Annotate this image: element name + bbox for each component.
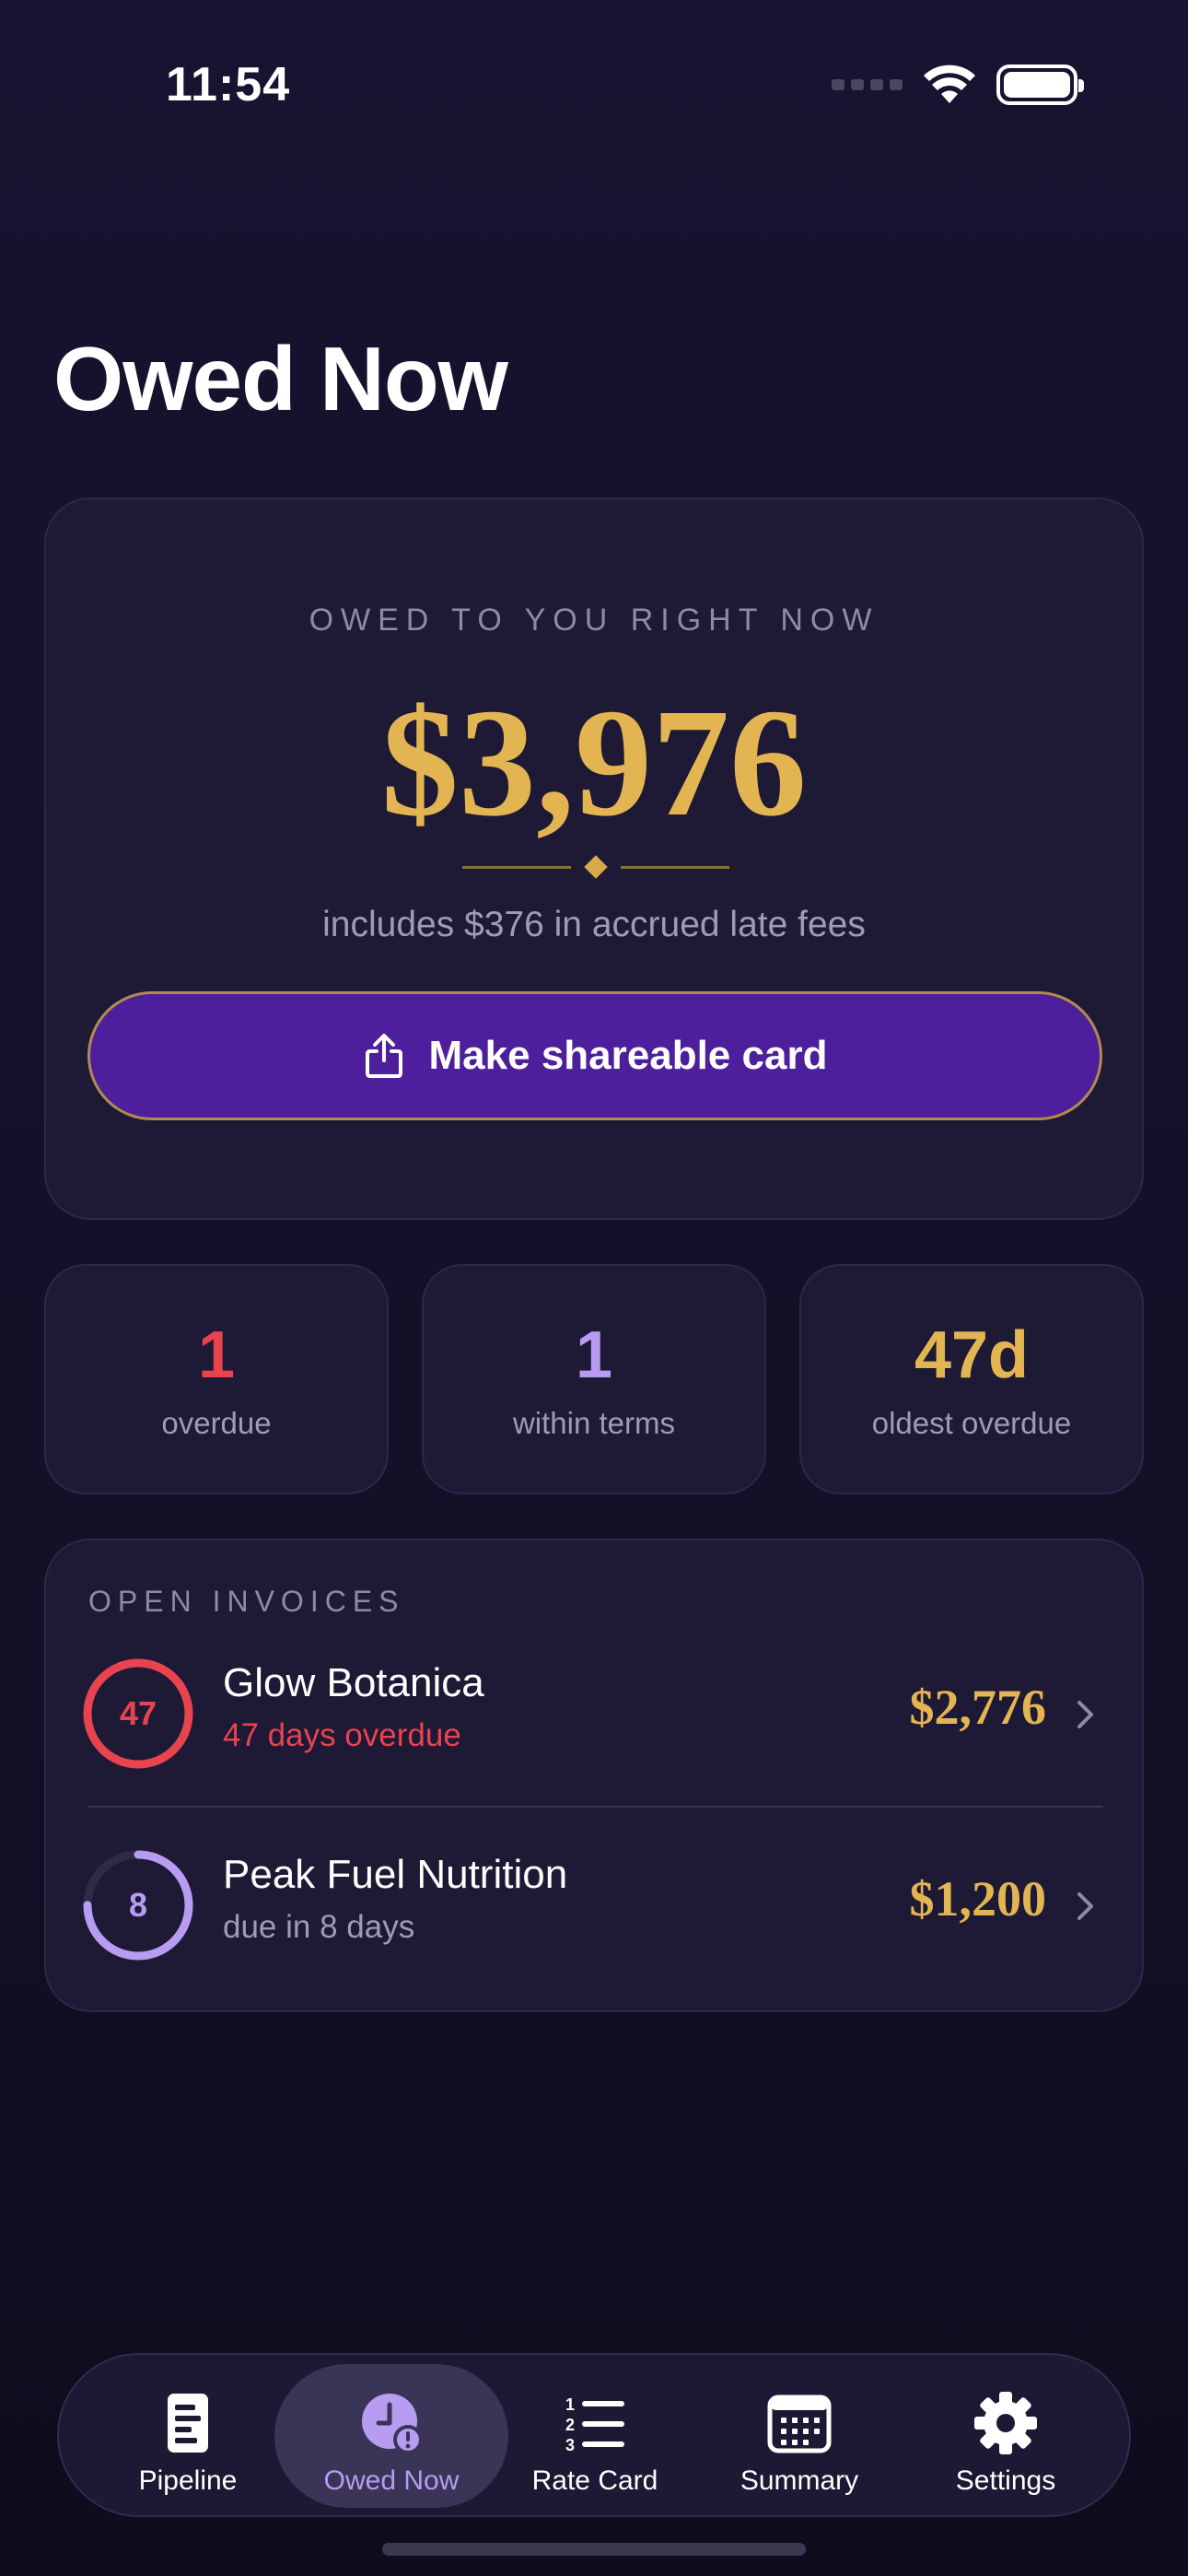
stat-card-overdue: 1 overdue bbox=[44, 1264, 389, 1494]
invoice-row-peak-fuel-nutrition[interactable]: 8 Peak Fuel Nutrition due in 8 days $1,2… bbox=[46, 1813, 1142, 1997]
owed-amount: $3,976 bbox=[381, 677, 807, 849]
tab-bar: Pipeline Owed Now 1 2 3 Rate Card Summar… bbox=[57, 2353, 1131, 2517]
tab-owed-now[interactable]: Owed Now bbox=[274, 2364, 508, 2508]
divider-line-left bbox=[462, 866, 571, 869]
stat-value: 1 bbox=[575, 1318, 613, 1392]
stat-card-oldest-overdue: 47d oldest overdue bbox=[799, 1264, 1144, 1494]
share-button-label: Make shareable card bbox=[428, 1033, 828, 1078]
section-label: OPEN INVOICES bbox=[88, 1585, 405, 1618]
page-title: Owed Now bbox=[53, 328, 508, 429]
stat-card-within-terms: 1 within terms bbox=[422, 1264, 766, 1494]
late-fees-note: includes $376 in accrued late fees bbox=[322, 905, 866, 944]
tab-label: Summary bbox=[740, 2465, 859, 2496]
ring-number: 47 bbox=[119, 1694, 157, 1732]
client-name: Peak Fuel Nutrition bbox=[223, 1852, 568, 1897]
divider-diamond-icon bbox=[584, 855, 608, 879]
document-icon bbox=[168, 2394, 208, 2453]
divider-line-right bbox=[621, 866, 729, 869]
cellular-signal-icon bbox=[832, 79, 903, 90]
invoice-amount: $2,776 bbox=[909, 1680, 1047, 1735]
home-indicator[interactable] bbox=[382, 2543, 806, 2556]
invoice-status: due in 8 days bbox=[223, 1909, 415, 1945]
tab-label: Rate Card bbox=[531, 2465, 658, 2496]
battery-icon bbox=[996, 64, 1084, 105]
ring-number: 8 bbox=[128, 1886, 148, 1924]
tab-rate-card[interactable]: 1 2 3 Rate Card bbox=[492, 2364, 698, 2508]
share-icon bbox=[365, 1034, 402, 1078]
tab-pipeline[interactable]: Pipeline bbox=[85, 2364, 291, 2508]
row-divider bbox=[88, 1806, 1103, 1808]
open-invoices-card: OPEN INVOICES 47 Glow Botanica 47 days o… bbox=[44, 1539, 1144, 2012]
chevron-right-icon bbox=[1077, 1892, 1093, 1920]
gear-icon bbox=[974, 2392, 1037, 2454]
wifi-icon bbox=[924, 64, 975, 103]
stat-value: 1 bbox=[197, 1318, 236, 1392]
stat-value: 47d bbox=[914, 1318, 1030, 1392]
calendar-icon bbox=[767, 2395, 832, 2453]
invoice-status: 47 days overdue bbox=[223, 1717, 461, 1753]
svg-text:3: 3 bbox=[565, 2436, 575, 2454]
owed-summary-card: OWED TO YOU RIGHT NOW $3,976 includes $3… bbox=[44, 498, 1144, 1220]
tab-label: Pipeline bbox=[138, 2465, 238, 2496]
tab-label: Settings bbox=[955, 2465, 1056, 2496]
tab-settings[interactable]: Settings bbox=[903, 2364, 1109, 2508]
invoice-amount: $1,200 bbox=[909, 1871, 1047, 1926]
status-time: 11:54 bbox=[166, 58, 291, 111]
days-ring: 8 bbox=[81, 1848, 195, 1962]
tab-label: Owed Now bbox=[323, 2465, 460, 2496]
owed-label: OWED TO YOU RIGHT NOW bbox=[309, 603, 879, 638]
clock-alert-icon bbox=[362, 2394, 423, 2454]
numbered-list-icon: 1 2 3 bbox=[565, 2395, 624, 2454]
svg-text:2: 2 bbox=[565, 2416, 575, 2434]
make-shareable-card-button[interactable]: Make shareable card bbox=[87, 991, 1102, 1120]
days-ring: 47 bbox=[81, 1657, 195, 1771]
tab-summary[interactable]: Summary bbox=[696, 2364, 903, 2508]
status-icons bbox=[832, 64, 1084, 105]
invoice-row-glow-botanica[interactable]: 47 Glow Botanica 47 days overdue $2,776 bbox=[46, 1622, 1142, 1806]
stat-label: overdue bbox=[161, 1406, 272, 1440]
chevron-right-icon bbox=[1077, 1701, 1093, 1728]
stat-label: within terms bbox=[512, 1406, 676, 1440]
svg-text:1: 1 bbox=[565, 2395, 575, 2414]
stat-label: oldest overdue bbox=[871, 1406, 1072, 1440]
client-name: Glow Botanica bbox=[223, 1660, 484, 1705]
